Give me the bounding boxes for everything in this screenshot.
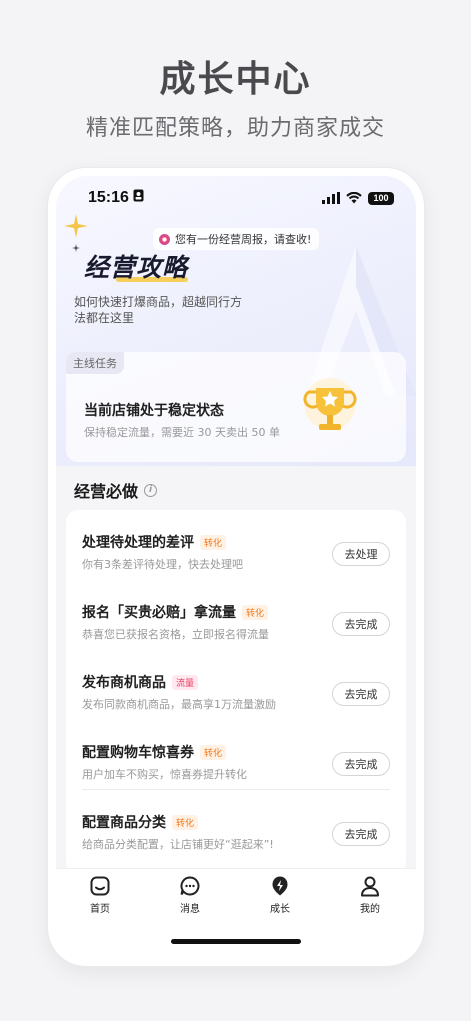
item-subtitle: 给商品分类配置，让店铺更好“逛起来”! bbox=[82, 838, 274, 851]
person-badge-icon bbox=[133, 189, 144, 207]
item-title-row: 发布商机商品 流量 bbox=[82, 672, 199, 692]
list-item[interactable]: 配置购物车惊喜券 转化 用户加车不购买，惊喜券提升转化 去完成 bbox=[66, 720, 406, 790]
tab-bar: 首页 消息 成长 我的 bbox=[56, 868, 416, 958]
main-task-tag: 主线任务 bbox=[66, 352, 124, 374]
item-title: 发布商机商品 bbox=[82, 675, 166, 691]
main-task-title: 当前店铺处于稳定状态 bbox=[84, 403, 224, 419]
list-item[interactable]: 报名「买贵必赔」拿流量 转化 恭喜您已获报名资格，立即报名得流量 去完成 bbox=[66, 580, 406, 650]
status-time: 15:16 bbox=[88, 189, 129, 206]
home-indicator bbox=[171, 939, 301, 944]
section-title: 经营必做 i bbox=[74, 478, 158, 502]
wifi-icon bbox=[346, 192, 362, 204]
item-subtitle: 发布同款商机商品，最高享1万流量激励 bbox=[82, 698, 276, 711]
item-title: 配置购物车惊喜券 bbox=[82, 745, 194, 761]
item-title: 配置商品分类 bbox=[82, 815, 166, 831]
weekly-report-notice[interactable]: 您有一份经营周报，请查收! bbox=[153, 228, 320, 250]
item-title-row: 配置商品分类 转化 bbox=[82, 812, 199, 832]
tab-label: 我的 bbox=[360, 904, 380, 915]
phone-frame: 15:16 100 您有一份经营周报，请查收! 经营攻略 如何快速打爆商品，超越… bbox=[48, 168, 424, 966]
section-title-text: 经营必做 bbox=[74, 482, 139, 501]
report-icon bbox=[159, 233, 170, 245]
profile-icon bbox=[361, 876, 379, 897]
complete-button[interactable]: 去完成 bbox=[332, 752, 390, 776]
app-screen: 15:16 100 您有一份经营周报，请查收! 经营攻略 如何快速打爆商品，超越… bbox=[56, 176, 416, 958]
promo-headline: 成长中心 bbox=[159, 59, 312, 100]
promo-subline: 精准匹配策略，助力商家成交 bbox=[85, 116, 385, 141]
item-title-row: 处理待处理的差评 转化 bbox=[82, 532, 227, 552]
tab-label: 首页 bbox=[90, 904, 110, 915]
item-subtitle: 恭喜您已获报名资格，立即报名得流量 bbox=[82, 628, 269, 641]
sparkle-icon bbox=[64, 214, 88, 238]
item-tag: 转化 bbox=[200, 534, 227, 550]
hero-description: 如何快速打爆商品，超越同行方法都在这里 bbox=[74, 295, 243, 325]
status-indicators: 100 bbox=[322, 191, 394, 205]
battery-icon: 100 bbox=[368, 191, 394, 205]
item-tag: 流量 bbox=[172, 674, 199, 690]
complete-button[interactable]: 去完成 bbox=[332, 682, 390, 706]
tab-home[interactable]: 首页 bbox=[70, 875, 130, 915]
hero-title: 经营攻略 bbox=[84, 253, 189, 282]
tab-label: 消息 bbox=[180, 904, 200, 915]
item-title: 报名「买贵必赔」拿流量 bbox=[82, 605, 236, 621]
item-title: 处理待处理的差评 bbox=[82, 535, 194, 551]
item-tag: 转化 bbox=[200, 744, 227, 760]
item-tag: 转化 bbox=[172, 814, 199, 830]
info-icon[interactable]: i bbox=[144, 483, 158, 497]
tab-messages[interactable]: 消息 bbox=[160, 875, 220, 915]
list-item[interactable]: 发布商机商品 流量 发布同款商机商品，最高享1万流量激励 去完成 bbox=[66, 650, 406, 720]
tab-profile[interactable]: 我的 bbox=[340, 875, 400, 915]
message-icon bbox=[180, 876, 200, 896]
item-title-row: 配置购物车惊喜券 转化 bbox=[82, 742, 227, 762]
tab-label: 成长 bbox=[270, 904, 290, 915]
complete-button[interactable]: 去完成 bbox=[332, 822, 390, 846]
home-icon bbox=[90, 876, 110, 896]
sparkle-small-icon bbox=[72, 244, 80, 252]
item-tag: 转化 bbox=[242, 604, 269, 620]
notice-text: 您有一份经营周报，请查收! bbox=[175, 233, 312, 246]
item-subtitle: 你有3条差评待处理，快去处理吧 bbox=[82, 558, 243, 571]
main-task-subtitle: 保持稳定流量，需要近 30 天卖出 50 单 bbox=[84, 426, 280, 439]
status-bar: 15:16 100 bbox=[56, 176, 416, 220]
signal-icon bbox=[322, 192, 340, 204]
trophy-icon bbox=[303, 378, 357, 430]
item-title-row: 报名「买贵必赔」拿流量 转化 bbox=[82, 602, 269, 622]
item-subtitle: 用户加车不购买，惊喜券提升转化 bbox=[82, 768, 247, 781]
main-task-card[interactable]: 主线任务 当前店铺处于稳定状态 保持稳定流量，需要近 30 天卖出 50 单 bbox=[66, 352, 406, 462]
list-item[interactable]: 配置商品分类 转化 给商品分类配置，让店铺更好“逛起来”! 去完成 bbox=[66, 790, 406, 860]
task-list: 处理待处理的差评 转化 你有3条差评待处理，快去处理吧 去处理 报名「买贵必赔」… bbox=[66, 510, 406, 874]
tab-growth[interactable]: 成长 bbox=[250, 875, 310, 915]
lightning-icon bbox=[272, 876, 288, 896]
handle-reviews-button[interactable]: 去处理 bbox=[332, 542, 390, 566]
list-item[interactable]: 处理待处理的差评 转化 你有3条差评待处理，快去处理吧 去处理 bbox=[66, 510, 406, 580]
complete-button[interactable]: 去完成 bbox=[332, 612, 390, 636]
